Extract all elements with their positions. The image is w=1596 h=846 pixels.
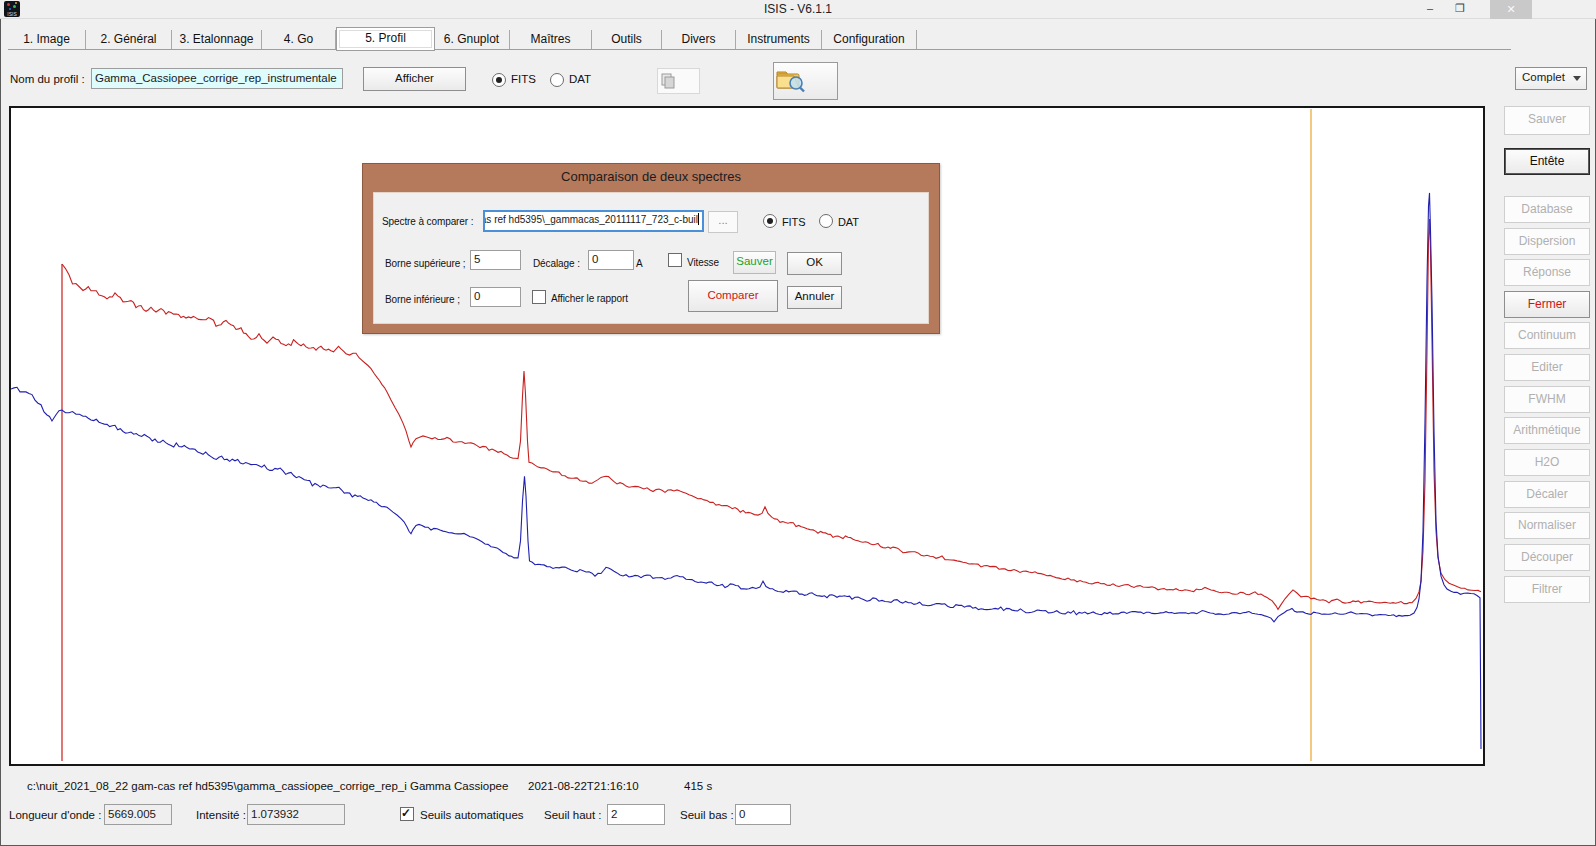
sidebar-button-normaliser[interactable]: Normaliser	[1504, 512, 1590, 539]
tab-bar: 1. Image2. Général3. Etalonnage4. Go5. P…	[8, 27, 1553, 50]
dat-radio[interactable]	[550, 73, 564, 87]
copy-icon	[658, 72, 678, 90]
fits-radio-label: FITS	[511, 73, 536, 85]
sidebar-button-sauver[interactable]: Sauver	[1504, 106, 1590, 135]
speed-label: Vitesse	[687, 257, 719, 268]
title-bar: ISIS ISIS - V6.1.1 – ❐ ✕	[0, 0, 1596, 19]
wavelength-value: 5669.005	[104, 804, 172, 825]
sidebar-button-editer[interactable]: Editer	[1504, 354, 1590, 381]
compare-button[interactable]: Comparer	[688, 280, 778, 312]
dialog-dat-radio[interactable]	[819, 214, 833, 228]
threshold-high-label: Seuil haut :	[544, 809, 602, 821]
tab-4-go[interactable]: 4. Go	[262, 30, 336, 49]
tab-2-g-n-ral[interactable]: 2. Général	[86, 30, 172, 49]
profile-name-input[interactable]: Gamma_Cassiopee_corrige_rep_instrumental…	[91, 68, 343, 89]
file-path-text: c:\nuit_2021_08_22 gam-cas ref hd5395\ga…	[27, 780, 508, 792]
sidebar-button-filtrer[interactable]: Filtrer	[1504, 576, 1590, 603]
report-label: Afficher le rapport	[551, 293, 628, 304]
sidebar-button-d-couper[interactable]: Découper	[1504, 544, 1590, 571]
shift-unit-label: A	[636, 258, 643, 269]
lower-bound-label: Borne inférieure ;	[385, 294, 460, 305]
dialog-fits-label: FITS	[782, 216, 805, 228]
tab-instruments[interactable]: Instruments	[736, 30, 822, 49]
threshold-high-input[interactable]: 2	[607, 804, 665, 825]
sidebar-button-fermer[interactable]: Fermer	[1504, 291, 1590, 318]
maximize-button[interactable]: ❐	[1450, 0, 1470, 17]
dialog-title: Comparaison de deux spectres	[363, 169, 939, 184]
isis-window: { "window": { "title": "ISIS - V6.1.1", …	[0, 0, 1596, 846]
exposure-text: 415 s	[684, 780, 712, 792]
sidebar-button-continuum[interactable]: Continuum	[1504, 322, 1590, 349]
ok-button[interactable]: OK	[787, 252, 842, 275]
dialog-dat-label: DAT	[838, 216, 859, 228]
browse-spectrum-button[interactable]: ...	[708, 211, 738, 233]
report-checkbox[interactable]	[532, 290, 546, 304]
view-mode-select[interactable]: Complet	[1515, 67, 1587, 90]
tab-3-etalonnage[interactable]: 3. Etalonnage	[172, 30, 262, 49]
wavelength-label: Longueur d'onde :	[9, 809, 101, 821]
auto-thresholds-label: Seuils automatiques	[420, 809, 524, 821]
speed-checkbox[interactable]	[668, 253, 682, 267]
sidebar-button-ent-te[interactable]: Entête	[1504, 148, 1590, 175]
intensity-label: Intensité :	[196, 809, 246, 821]
sidebar-button-h2o[interactable]: H2O	[1504, 449, 1590, 476]
sidebar-button-database[interactable]: Database	[1504, 196, 1590, 223]
lower-bound-input[interactable]: 0	[470, 287, 521, 307]
spectrum-compare-label: Spectre à comparer :	[382, 216, 473, 227]
close-button[interactable]: ✕	[1490, 0, 1532, 19]
threshold-low-input[interactable]: 0	[735, 804, 791, 825]
tab-divers[interactable]: Divers	[662, 30, 736, 49]
sidebar-button-dispersion[interactable]: Dispersion	[1504, 228, 1590, 255]
dialog-fits-radio[interactable]	[763, 214, 777, 228]
threshold-low-label: Seuil bas :	[680, 809, 734, 821]
folder-search-icon	[774, 66, 808, 94]
tab-1-image[interactable]: 1. Image	[8, 30, 86, 49]
cancel-button[interactable]: Annuler	[787, 286, 842, 309]
auto-thresholds-checkbox[interactable]	[400, 807, 414, 821]
dialog-save-button[interactable]: Sauver	[733, 251, 776, 274]
tab-6-gnuplot[interactable]: 6. Gnuplot	[434, 30, 510, 49]
shift-input[interactable]: 0	[588, 250, 634, 270]
tab-5-profil[interactable]: 5. Profil	[336, 27, 435, 51]
window-title: ISIS - V6.1.1	[0, 2, 1596, 16]
sidebar-button-d-caler[interactable]: Décaler	[1504, 481, 1590, 508]
sidebar-button-arithm-tique[interactable]: Arithmétique	[1504, 417, 1590, 444]
minimize-button[interactable]: –	[1420, 0, 1440, 17]
upper-bound-input[interactable]: 5	[470, 250, 521, 270]
sidebar-button-r-ponse[interactable]: Réponse	[1504, 259, 1590, 286]
tab-outils[interactable]: Outils	[592, 30, 662, 49]
shift-label: Décalage :	[533, 258, 580, 269]
view-mode-value: Complet	[1522, 71, 1565, 83]
copy-button[interactable]	[657, 68, 700, 94]
dat-radio-label: DAT	[569, 73, 591, 85]
display-button[interactable]: Afficher	[363, 67, 466, 91]
datetime-text: 2021-08-22T21:16:10	[528, 780, 639, 792]
profile-name-label: Nom du profil :	[10, 73, 85, 85]
fits-radio[interactable]	[492, 73, 506, 87]
tab-ma-tres[interactable]: Maîtres	[510, 30, 592, 49]
compare-dialog: Comparaison de deux spectres	[362, 163, 940, 334]
tab-configuration[interactable]: Configuration	[822, 30, 917, 49]
spectrum-compare-input[interactable]: :as ref hd5395\_gammacas_20111117_723_c-…	[483, 210, 704, 232]
intensity-value: 1.073932	[247, 804, 345, 825]
sidebar-button-fwhm[interactable]: FWHM	[1504, 386, 1590, 413]
browse-folder-button[interactable]	[773, 62, 838, 100]
chevron-down-icon	[1573, 76, 1581, 81]
upper-bound-label: Borne supérieure ;	[385, 258, 465, 269]
